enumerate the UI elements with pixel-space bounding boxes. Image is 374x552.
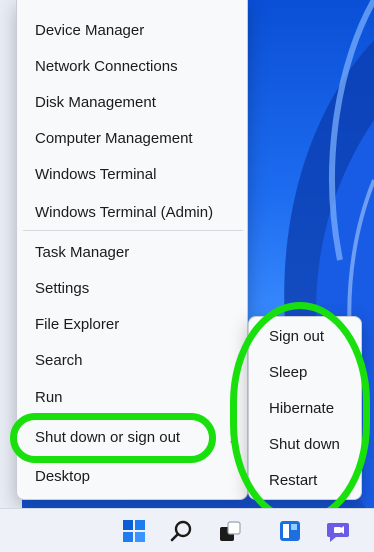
- taskbar: [0, 508, 374, 552]
- submenu-item-sleep[interactable]: Sleep: [249, 355, 361, 389]
- submenu-item-sign-out[interactable]: Sign out: [249, 319, 361, 353]
- menu-item-run[interactable]: Run: [17, 381, 247, 413]
- menu-item-label: Shut down or sign out: [35, 428, 181, 446]
- menu-item-search[interactable]: Search: [17, 344, 247, 376]
- submenu-item-shut-down[interactable]: Shut down: [249, 427, 361, 461]
- menu-item-network-connections[interactable]: Network Connections: [17, 50, 247, 82]
- menu-item-windows-terminal[interactable]: Windows Terminal: [17, 158, 247, 190]
- menu-item-shut-down-or-sign-out[interactable]: Shut down or sign out: [17, 421, 247, 453]
- menu-item-desktop[interactable]: Desktop: [17, 460, 247, 492]
- menu-item-computer-management[interactable]: Computer Management: [17, 122, 247, 154]
- widgets-icon[interactable]: [276, 517, 304, 545]
- menu-item-disk-management[interactable]: Disk Management: [17, 86, 247, 118]
- menu-divider: [23, 230, 243, 231]
- menu-item-settings[interactable]: Settings: [17, 272, 247, 304]
- menu-item-device-manager[interactable]: Device Manager: [17, 14, 247, 46]
- chat-icon[interactable]: [324, 517, 352, 545]
- quick-link-menu: Device Manager Network Connections Disk …: [16, 0, 248, 500]
- chevron-right-icon: [225, 431, 237, 443]
- search-icon[interactable]: [168, 517, 196, 545]
- submenu-item-restart[interactable]: Restart: [249, 463, 361, 497]
- submenu-item-hibernate[interactable]: Hibernate: [249, 391, 361, 425]
- shut-down-submenu: Sign out Sleep Hibernate Shut down Resta…: [248, 316, 362, 500]
- menu-item-windows-terminal-admin[interactable]: Windows Terminal (Admin): [17, 196, 247, 228]
- menu-item-task-manager[interactable]: Task Manager: [17, 236, 247, 268]
- task-view-icon[interactable]: [216, 517, 244, 545]
- windows-start-icon[interactable]: [120, 517, 148, 545]
- menu-item-file-explorer[interactable]: File Explorer: [17, 308, 247, 340]
